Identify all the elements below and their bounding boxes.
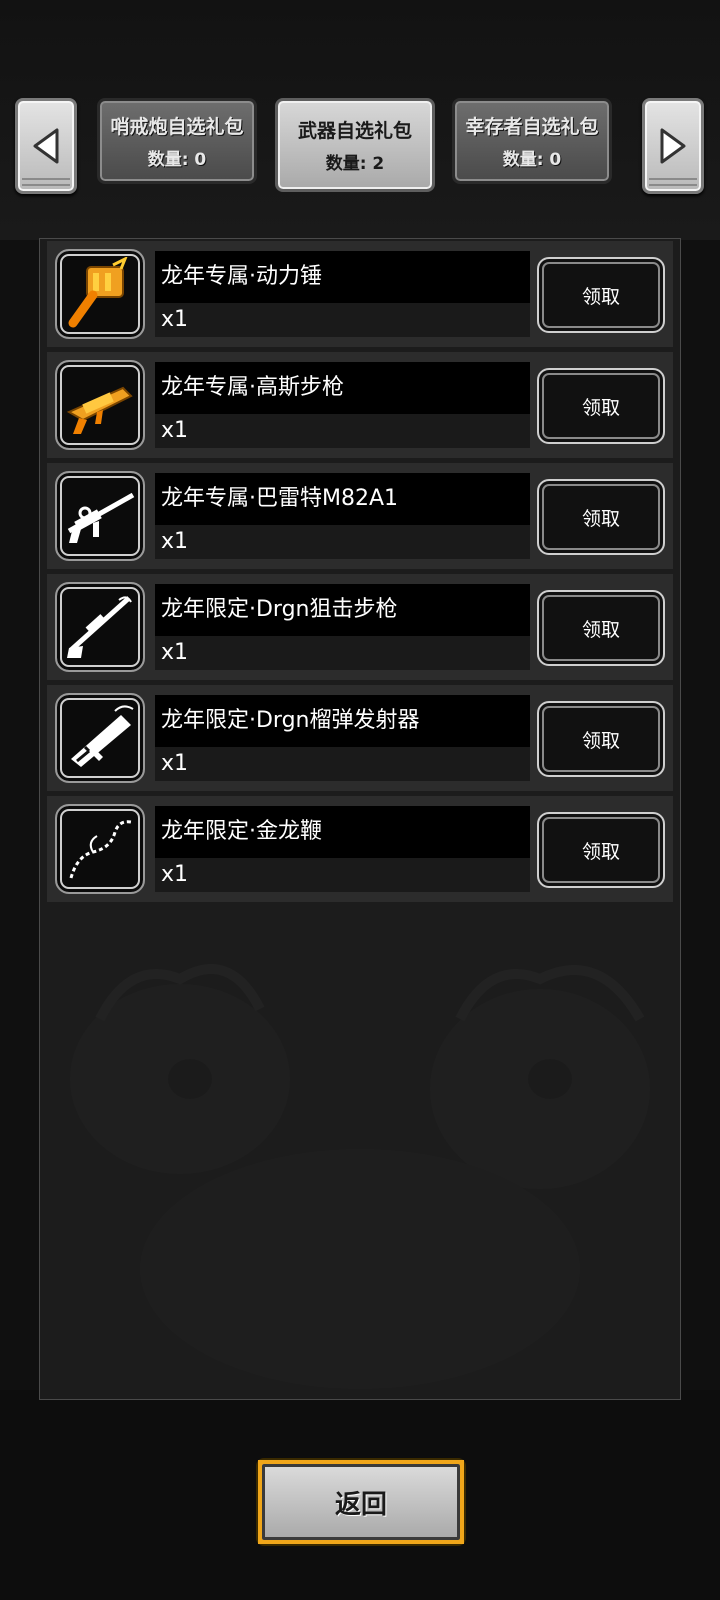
dragon-background-art — [70, 964, 650, 1389]
reward-quantity: x1 — [155, 525, 530, 559]
button-decoration — [22, 178, 70, 186]
reward-name: 龙年限定·Drgn榴弹发射器 — [155, 695, 530, 747]
power-hammer-icon — [68, 257, 128, 328]
reward-name: 龙年专属·动力锤 — [155, 251, 530, 303]
reward-icon-frame — [55, 693, 145, 783]
reward-row: 龙年专属·巴雷特M82A1 x1 领取 — [47, 463, 673, 569]
reward-row: 龙年限定·金龙鞭 x1 领取 — [47, 796, 673, 902]
arrow-right-icon — [660, 128, 686, 164]
tab-label: 幸存者自选礼包 — [465, 116, 599, 138]
tab-sentry-gun-pack[interactable]: 哨戒炮自选礼包 数量: 0 — [97, 98, 257, 184]
claim-button[interactable]: 领取 — [537, 479, 665, 555]
reward-icon-frame — [55, 471, 145, 561]
gauss-rifle-icon — [66, 386, 133, 434]
reward-icon-frame — [55, 249, 145, 339]
arrow-left-icon — [33, 128, 59, 164]
previous-tab-button[interactable] — [15, 98, 77, 194]
reward-quantity: x1 — [155, 747, 530, 781]
reward-name: 龙年限定·金龙鞭 — [155, 806, 530, 858]
frame-corner — [442, 1460, 464, 1482]
claim-button[interactable]: 领取 — [537, 368, 665, 444]
reward-icon-frame — [55, 360, 145, 450]
barrett-rifle-icon — [67, 492, 135, 543]
reward-quantity: x1 — [155, 858, 530, 892]
reward-list-panel[interactable]: 龙年专属·动力锤 x1 领取 龙年专属·高斯步枪 x1 领取 龙年专属·巴雷特M… — [39, 238, 681, 1400]
reward-name: 龙年专属·巴雷特M82A1 — [155, 473, 530, 525]
button-decoration — [649, 178, 697, 186]
reward-row: 龙年限定·Drgn榴弹发射器 x1 领取 — [47, 685, 673, 791]
claim-button[interactable]: 领取 — [537, 590, 665, 666]
frame-corner — [258, 1460, 280, 1482]
claim-button[interactable]: 领取 — [537, 257, 665, 333]
reward-icon-frame — [55, 582, 145, 672]
claim-button[interactable]: 领取 — [537, 812, 665, 888]
frame-corner — [442, 1522, 464, 1544]
tab-weapon-pack[interactable]: 武器自选礼包 数量: 2 — [275, 98, 435, 192]
reward-quantity: x1 — [155, 414, 530, 448]
next-tab-button[interactable] — [642, 98, 704, 194]
tab-count: 数量: 2 — [325, 154, 385, 174]
reward-quantity: x1 — [155, 303, 530, 337]
tab-count: 数量: 0 — [502, 150, 562, 170]
golden-dragon-whip-icon — [69, 820, 132, 879]
tab-count: 数量: 0 — [147, 150, 207, 170]
reward-row: 龙年限定·Drgn狙击步枪 x1 领取 — [47, 574, 673, 680]
tab-label: 武器自选礼包 — [297, 120, 412, 142]
reward-row: 龙年专属·高斯步枪 x1 领取 — [47, 352, 673, 458]
frame-corner — [258, 1522, 280, 1544]
claim-button[interactable]: 领取 — [537, 701, 665, 777]
reward-name: 龙年限定·Drgn狙击步枪 — [155, 584, 530, 636]
reward-row: 龙年专属·动力锤 x1 领取 — [47, 241, 673, 347]
reward-icon-frame — [55, 804, 145, 894]
reward-quantity: x1 — [155, 636, 530, 670]
tab-survivor-pack[interactable]: 幸存者自选礼包 数量: 0 — [452, 98, 612, 184]
grenade-launcher-icon — [71, 705, 134, 767]
reward-name: 龙年专属·高斯步枪 — [155, 362, 530, 414]
return-button-label: 返回 — [334, 1489, 387, 1520]
sniper-rifle-icon — [67, 596, 132, 658]
return-button[interactable]: 返回 — [258, 1460, 464, 1544]
tab-label: 哨戒炮自选礼包 — [110, 116, 244, 138]
